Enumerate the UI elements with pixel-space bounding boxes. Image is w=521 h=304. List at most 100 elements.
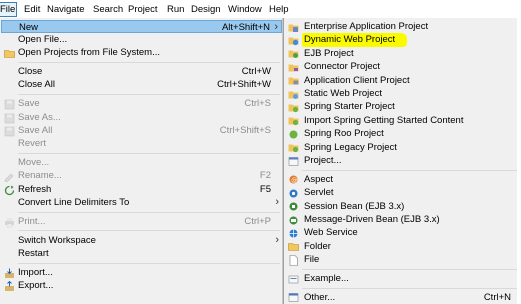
new-menu-item-other[interactable]: Other... Ctrl+N bbox=[285, 291, 521, 304]
file-menu-item-print[interactable]: Print... Ctrl+P bbox=[1, 215, 282, 228]
new-menu-item-message-driven-bean[interactable]: Message-Driven Bean (EJB 3.x) bbox=[285, 213, 521, 226]
save-as-icon bbox=[4, 113, 15, 123]
menu-item-label: Spring Legacy Project bbox=[304, 141, 397, 153]
new-menu-item-connector-project[interactable]: Connector Project bbox=[285, 60, 521, 73]
menu-item-label: Spring Starter Project bbox=[304, 101, 395, 113]
menu-help[interactable]: Help bbox=[269, 3, 289, 16]
new-menu-item-dynamic-web-project[interactable]: Dynamic Web Project bbox=[285, 33, 521, 48]
new-menu-item-aspect[interactable]: @ Aspect bbox=[285, 173, 521, 186]
file-menu-item-close-all[interactable]: Close All Ctrl+Shift+W bbox=[1, 78, 282, 91]
new-menu-item-project[interactable]: Project... bbox=[285, 154, 521, 167]
new-menu-item-session-bean[interactable]: Session Bean (EJB 3.x) bbox=[285, 200, 521, 213]
menu-item-label: Spring Roo Project bbox=[304, 128, 384, 140]
ejb-project-icon bbox=[288, 48, 299, 59]
file-menu-item-save-as[interactable]: Save As... bbox=[1, 111, 282, 124]
file-menu-item-import[interactable]: Import... bbox=[1, 266, 282, 279]
menu-item-label: Session Bean (EJB 3.x) bbox=[304, 200, 405, 212]
menu-item-label: Servlet bbox=[304, 187, 334, 199]
yellow-highlight-mark: Dynamic Web Project bbox=[302, 33, 408, 48]
file-menu-item-switch-workspace[interactable]: Switch Workspace › bbox=[1, 234, 282, 247]
menu-item-label: Message-Driven Bean (EJB 3.x) bbox=[304, 214, 440, 225]
app-client-project-icon bbox=[288, 75, 299, 86]
menu-item-shortcut: Ctrl+S bbox=[244, 98, 271, 110]
new-menu-item-spring-roo-project[interactable]: Spring Roo Project bbox=[285, 127, 521, 140]
export-icon bbox=[4, 280, 14, 292]
menu-item-label: Open File... bbox=[18, 33, 68, 45]
file-menu-item-open-file[interactable]: Open File... bbox=[1, 33, 282, 46]
new-menu-item-example[interactable]: Example... bbox=[285, 272, 521, 285]
new-menu-item-file[interactable]: File bbox=[285, 253, 521, 266]
menu-item-shortcut: F2 bbox=[259, 170, 271, 182]
menu-file[interactable]: File bbox=[0, 2, 18, 17]
new-menu-item-static-web-project[interactable]: Static Web Project bbox=[285, 87, 521, 100]
new-menu-item-folder[interactable]: Folder bbox=[285, 240, 521, 253]
menu-item-label: Open Projects from File System... bbox=[18, 47, 161, 59]
file-menu-item-open-projects-from-file-system[interactable]: Open Projects from File System... bbox=[1, 46, 282, 59]
new-menu-item-ejb-project[interactable]: EJB Project bbox=[285, 47, 521, 60]
file-menu-item-revert[interactable]: Revert bbox=[1, 137, 282, 150]
file-menu-item-refresh[interactable]: Refresh F5 bbox=[1, 183, 282, 196]
menu-item-label: Save All bbox=[18, 124, 53, 136]
new-menu-item-web-service[interactable]: Web Service bbox=[285, 226, 521, 239]
menu-item-label: Move... bbox=[18, 157, 50, 168]
menu-item-label: Revert bbox=[18, 138, 46, 150]
menu-item-label: EJB Project bbox=[304, 47, 354, 59]
menu-item-label: Dynamic Web Project bbox=[302, 33, 408, 48]
file-menu-item-rename[interactable]: Rename... F2 bbox=[1, 169, 282, 183]
print-icon bbox=[4, 217, 14, 228]
menu-edit[interactable]: Edit bbox=[24, 3, 40, 16]
spring-import-icon bbox=[288, 115, 299, 126]
menu-item-label: Aspect bbox=[304, 173, 334, 185]
menu-run[interactable]: Run bbox=[167, 3, 184, 16]
menu-item-label: Static Web Project bbox=[304, 88, 382, 99]
menu-navigate[interactable]: Navigate bbox=[47, 3, 85, 16]
aspect-icon: @ bbox=[288, 174, 299, 185]
menu-window[interactable]: Window bbox=[228, 3, 262, 16]
servlet-icon bbox=[288, 188, 299, 199]
submenu-arrow-icon: › bbox=[275, 233, 279, 246]
file-menu-item-move[interactable]: Move... bbox=[1, 156, 282, 169]
menu-search[interactable]: Search bbox=[93, 3, 123, 16]
menu-item-shortcut: Ctrl+P bbox=[244, 215, 271, 227]
menu-item-label: File bbox=[304, 254, 320, 266]
menu-item-shortcut: Ctrl+Shift+S bbox=[219, 124, 271, 136]
new-menu-item-servlet[interactable]: Servlet bbox=[285, 186, 521, 199]
menu-project[interactable]: Project bbox=[128, 3, 158, 16]
new-menu-item-spring-starter-project[interactable]: Spring Starter Project bbox=[285, 100, 521, 113]
file-menu-item-restart[interactable]: Restart bbox=[1, 247, 282, 260]
menu-item-label: Refresh bbox=[18, 183, 52, 195]
folder-icon bbox=[4, 48, 15, 59]
menu-item-label: Web Service bbox=[304, 227, 358, 239]
menu-item-shortcut: Ctrl+Shift+W bbox=[217, 79, 271, 91]
connector-project-icon bbox=[288, 62, 299, 73]
menu-separator bbox=[18, 152, 280, 154]
file-menu: New Alt+Shift+N › Open File... Open Projects… bbox=[0, 18, 283, 304]
menu-bar: File Edit Navigate Search Project Run Design Wi… bbox=[0, 0, 521, 18]
menu-item-label: Connector Project bbox=[304, 61, 381, 73]
file-menu-item-save[interactable]: Save Ctrl+S bbox=[1, 97, 282, 110]
new-menu-item-spring-legacy-project[interactable]: Spring Legacy Project bbox=[285, 141, 521, 154]
new-menu-item-application-client-project[interactable]: Application Client Project bbox=[285, 74, 521, 87]
menu-item-label: Import Spring Getting Started Content bbox=[304, 114, 464, 126]
session-bean-icon bbox=[288, 201, 299, 212]
file-menu-item-close[interactable]: Close Ctrl+W bbox=[1, 65, 282, 78]
menu-item-label: Close bbox=[18, 66, 43, 77]
menu-item-shortcut: Alt+Shift+N bbox=[221, 21, 270, 33]
spring-roo-icon bbox=[288, 129, 299, 140]
menu-item-label: Import... bbox=[18, 266, 53, 278]
menu-item-label: New bbox=[19, 21, 39, 33]
file-menu-item-export[interactable]: Export... bbox=[1, 279, 282, 292]
folder-icon bbox=[288, 241, 299, 252]
menu-item-label: Other... bbox=[304, 291, 336, 303]
enterprise-project-icon bbox=[288, 22, 299, 33]
menu-separator bbox=[18, 61, 280, 63]
menu-design[interactable]: Design bbox=[191, 3, 221, 16]
new-menu-item-import-spring-getting-started-content[interactable]: Import Spring Getting Started Content bbox=[285, 114, 521, 127]
new-submenu: Enterprise Application Project Dynamic We… bbox=[283, 18, 521, 304]
menu-item-label: Export... bbox=[18, 280, 54, 292]
static-web-project-icon bbox=[288, 89, 299, 100]
file-menu-item-new[interactable]: New Alt+Shift+N › bbox=[1, 19, 282, 33]
new-menu-item-enterprise-application-project[interactable]: Enterprise Application Project bbox=[285, 20, 521, 33]
file-menu-item-save-all[interactable]: Save All Ctrl+Shift+S bbox=[1, 124, 282, 137]
file-menu-item-convert-line-delimiters-to[interactable]: Convert Line Delimiters To › bbox=[1, 196, 282, 209]
